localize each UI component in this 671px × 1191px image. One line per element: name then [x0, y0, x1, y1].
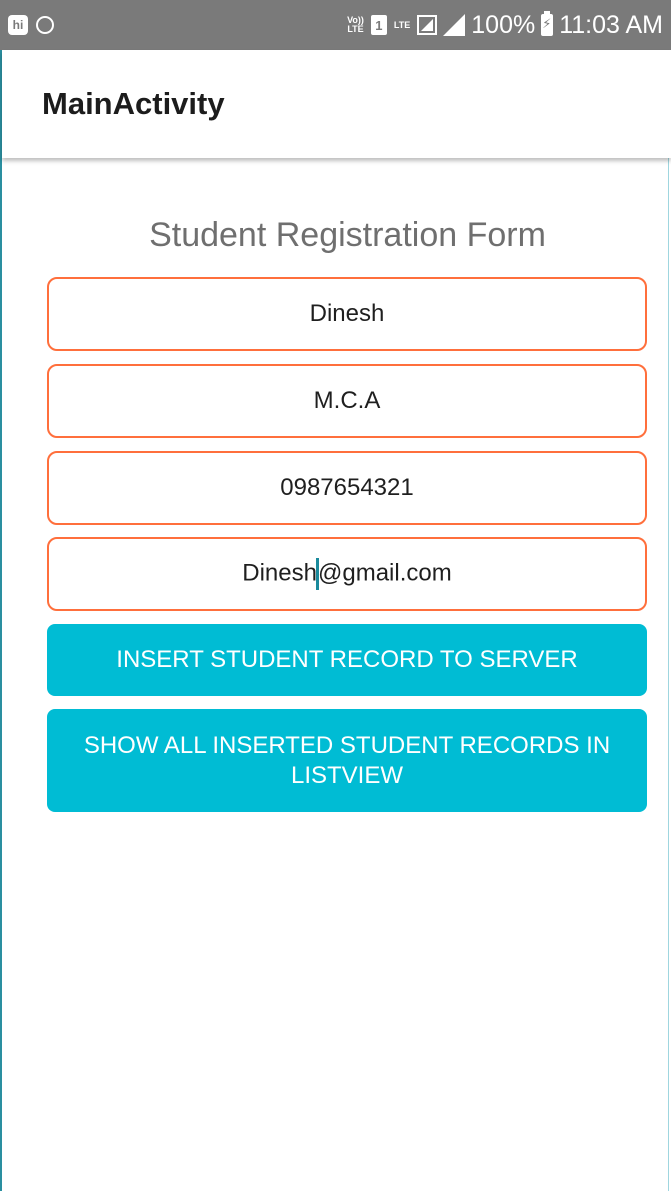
phone-value: 0987654321 [280, 474, 414, 501]
sim-slot-icon: 1 [370, 15, 387, 35]
app-title: MainActivity [42, 86, 225, 121]
clock: 11:03 AM [559, 10, 663, 39]
status-right-icons: Vo)) LTE 1 LTE 100% ⚡ 11:03 AM [346, 11, 663, 40]
course-value: M.C.A [313, 387, 381, 414]
lte-icon: LTE [393, 19, 411, 30]
status-left-icons: hi [8, 15, 54, 35]
email-value: Dinesh@gmail.com [242, 558, 452, 590]
whatsapp-icon [36, 16, 54, 34]
insert-record-button[interactable]: INSERT STUDENT RECORD TO SERVER [47, 624, 647, 696]
app-bar: MainActivity [2, 50, 671, 158]
phone-field[interactable]: 0987654321 [47, 451, 647, 525]
status-bar: hi Vo)) LTE 1 LTE 100% ⚡ 11:03 AM [0, 0, 671, 50]
signal-strength-icon [443, 14, 466, 36]
name-field[interactable]: Dinesh [47, 277, 647, 351]
course-field[interactable]: M.C.A [47, 364, 647, 438]
show-records-button[interactable]: SHOW ALL INSERTED STUDENT RECORDS IN LIS… [47, 709, 647, 812]
show-records-label: SHOW ALL INSERTED STUDENT RECORDS IN LIS… [83, 731, 611, 789]
insert-record-label: INSERT STUDENT RECORD TO SERVER [116, 646, 578, 673]
email-text-before-cursor: Dinesh [242, 559, 317, 587]
hike-app-icon: hi [8, 15, 28, 35]
name-value: Dinesh [309, 300, 385, 327]
email-text-after-cursor: @gmail.com [317, 559, 452, 587]
volte-icon: Vo)) LTE [347, 15, 364, 34]
form-title: Student Registration Form [149, 216, 546, 254]
battery-charging-icon: ⚡ [541, 11, 554, 36]
battery-percent: 100% [471, 10, 536, 39]
sim2-signal-icon [417, 15, 438, 35]
email-field[interactable]: Dinesh@gmail.com [47, 537, 647, 611]
